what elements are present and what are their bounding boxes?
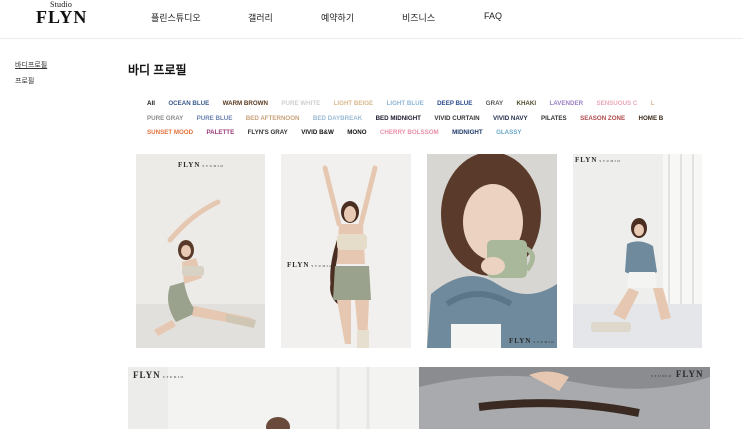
filter-home-b[interactable]: HOME B <box>639 112 664 126</box>
category-filter-list: All OCEAN BLUE WARM BROWN PURE WHITE LIGHT B… <box>147 92 743 138</box>
filter-vivid-b-w[interactable]: VIVID B&W <box>301 126 334 138</box>
gallery-photo[interactable]: FLYN STUDIO <box>128 367 419 429</box>
photo-stretch-pose <box>136 154 265 348</box>
page-title: 바디 프로필 <box>128 63 187 77</box>
nav-faq[interactable]: FAQ <box>484 11 502 21</box>
flyn-watermark: FLYN STUDIO <box>509 337 556 345</box>
filter-sunset-mood[interactable]: SUNSET MOOD <box>147 126 193 138</box>
nav-studio[interactable]: 플린스튜디오 <box>151 11 201 24</box>
nav-business[interactable]: 비즈니스 <box>402 11 435 24</box>
filter-row: SUNSET MOOD PALETTE FLYN'S GRAY VIVID B&W MO… <box>147 121 535 138</box>
gallery-photo[interactable]: FLYN STUDIO <box>427 154 557 348</box>
photo-standing-pose <box>281 154 411 348</box>
filter-cherry-bolssom[interactable]: CHERRY BOLSSOM <box>380 126 439 138</box>
filter-season-zone[interactable]: SEASON ZONE <box>580 112 625 126</box>
filter-row: All OCEAN BLUE WARM BROWN PURE WHITE LIGHT B… <box>147 92 668 107</box>
flyn-watermark: FLYN STUDIO <box>287 261 334 269</box>
flyn-watermark: STUDIO FLYN <box>651 369 704 379</box>
sidebar-item-profile[interactable]: 프로필 <box>15 76 34 86</box>
flyn-watermark: FLYN STUDIO <box>575 156 622 164</box>
site-header: Studio FLYN 플린스튜디오 갤러리 예약하기 비즈니스 FAQ <box>0 0 743 39</box>
filter-palette[interactable]: PALETTE <box>206 126 234 138</box>
filter-mono[interactable]: MONO <box>347 126 366 138</box>
flyn-watermark: FLYN STUDIO <box>133 370 185 380</box>
filter-midnight[interactable]: MIDNIGHT <box>452 126 483 138</box>
filter-glassy[interactable]: GLASSY <box>496 126 521 138</box>
sidebar-item-body-profile[interactable]: 바디프로필 <box>15 60 47 70</box>
gallery-photo[interactable]: STUDIO FLYN <box>419 367 710 429</box>
gallery-photo[interactable]: FLYN STUDIO <box>573 154 702 348</box>
photo-mug-closeup <box>427 154 557 348</box>
logo-flyn-text: FLYN <box>36 7 88 27</box>
photo-bed-pose <box>573 154 702 348</box>
filter-pilates[interactable]: PILATES <box>541 112 567 126</box>
nav-gallery[interactable]: 갤러리 <box>248 11 273 24</box>
filter-flyn-s-gray[interactable]: FLYN'S GRAY <box>248 126 288 138</box>
site-logo[interactable]: Studio FLYN <box>36 1 88 27</box>
nav-reservation[interactable]: 예약하기 <box>321 11 354 24</box>
gallery-photo[interactable]: FLYN STUDIO <box>136 154 265 348</box>
flyn-watermark: FLYN STUDIO <box>178 161 225 169</box>
filter-row: PURE GRAY PURE BLUE BED AFTERNOON BED DAYBR… <box>147 107 677 122</box>
gallery-photo[interactable]: FLYN STUDIO <box>281 154 411 348</box>
